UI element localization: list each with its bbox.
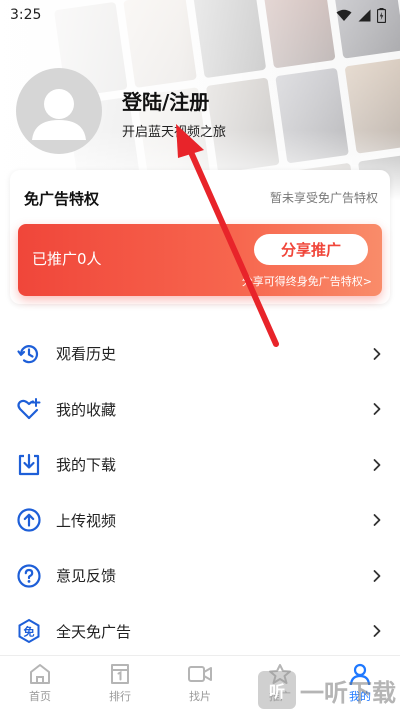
menu-item-watch-history[interactable]: 观看历史 [0, 326, 400, 382]
watermark-text: 一听下载 [300, 678, 396, 707]
nav-home[interactable]: 首页 [0, 656, 80, 711]
cellular-signal-icon [358, 9, 371, 21]
menu-label: 我的收藏 [56, 400, 117, 419]
status-bar: 3:25 [0, 0, 400, 30]
svg-text:免: 免 [24, 625, 35, 639]
history-icon [16, 341, 42, 367]
chevron-right-icon [373, 514, 381, 527]
ranking-icon [111, 664, 129, 684]
promoted-count: 已推广0人 [32, 250, 102, 268]
status-time: 3:25 [10, 7, 42, 23]
chevron-right-icon [373, 569, 381, 582]
settings-menu: 观看历史 我的收藏 我的下载 上传视频 意见反馈 免 全天免广告 [0, 326, 400, 659]
download-icon [16, 452, 42, 478]
ad-free-title: 免广告特权 [24, 190, 100, 208]
menu-item-upload-video[interactable]: 上传视频 [0, 493, 400, 549]
menu-item-downloads[interactable]: 我的下载 [0, 437, 400, 493]
avatar[interactable] [16, 68, 102, 154]
ad-free-card: 免广告特权 暂未享受免广告特权 已推广0人 分享推广 分享可得终身免广告特权> [10, 170, 390, 304]
favorite-icon [16, 396, 42, 422]
user-silhouette-icon [32, 89, 86, 140]
home-icon [30, 664, 50, 684]
menu-label: 上传视频 [56, 511, 117, 530]
nav-ranking[interactable]: 排行 [80, 656, 160, 711]
ad-free-status: 暂未享受免广告特权 [269, 191, 378, 205]
feedback-icon [16, 563, 42, 589]
menu-label: 观看历史 [56, 345, 117, 364]
watermark-logo: 听 [258, 671, 296, 709]
nav-label: 首页 [29, 690, 51, 703]
menu-label: 全天免广告 [56, 622, 132, 641]
menu-label: 意见反馈 [56, 567, 117, 586]
ad-free-icon: 免 [16, 618, 42, 644]
promotion-banner[interactable]: 已推广0人 分享推广 分享可得终身免广告特权> [18, 224, 382, 296]
nav-find-videos[interactable]: 找片 [160, 656, 240, 711]
promotion-hint-link[interactable]: 分享可得终身免广告特权> [242, 273, 372, 289]
menu-item-feedback[interactable]: 意见反馈 [0, 548, 400, 604]
chevron-right-icon [373, 347, 381, 360]
nav-label: 找片 [189, 690, 211, 703]
share-promote-button[interactable]: 分享推广 [254, 234, 368, 265]
welcome-subtitle: 开启蓝天视频之旅 [122, 125, 227, 140]
chevron-right-icon [373, 625, 381, 638]
menu-item-favorites[interactable]: 我的收藏 [0, 382, 400, 438]
chevron-right-icon [373, 458, 381, 471]
upload-icon [16, 507, 42, 533]
chevron-right-icon [373, 403, 381, 416]
login-register-link[interactable]: 登陆/注册 [122, 86, 209, 115]
wifi-icon [336, 9, 352, 21]
video-search-icon [188, 666, 212, 682]
menu-item-ad-free[interactable]: 免 全天免广告 [0, 604, 400, 660]
menu-label: 我的下载 [56, 456, 117, 475]
battery-icon [377, 7, 386, 23]
site-watermark: 听 一听下载 [258, 671, 396, 709]
nav-label: 排行 [109, 690, 131, 703]
